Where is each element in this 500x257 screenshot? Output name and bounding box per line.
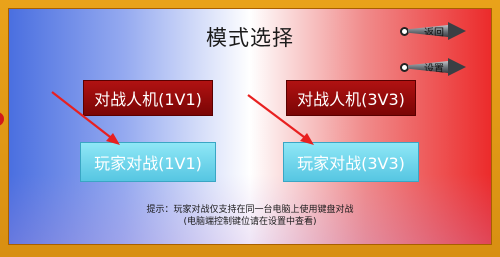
red-arrow-icon xyxy=(51,91,120,145)
red-arrow-icon xyxy=(247,94,314,145)
game-frame: 模式选择 返回 设置 对战人机(1V1) 对战人机(3V3) 玩家对战(1V1)… xyxy=(0,0,500,257)
hint-line-2: (电脑端控制键位请在设置中查看) xyxy=(183,217,317,227)
